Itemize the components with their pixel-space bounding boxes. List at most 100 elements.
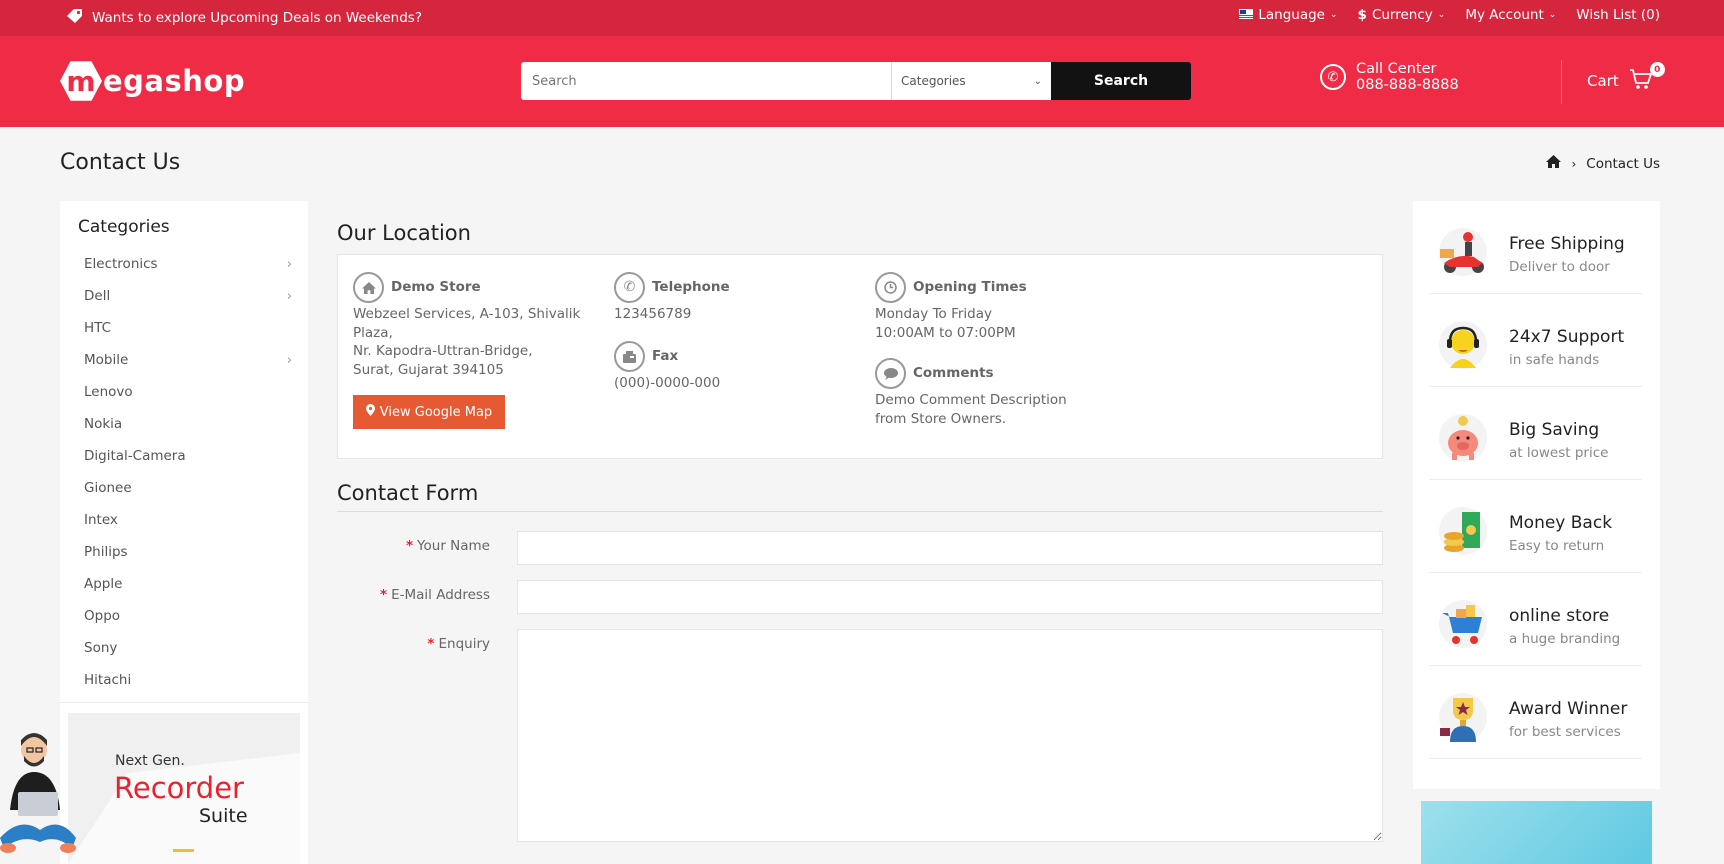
feature-title: 24x7 Support <box>1509 327 1625 347</box>
fax-value: (000)-0000-000 <box>614 375 721 391</box>
enquiry-row: * Enquiry <box>337 629 1383 842</box>
phone-icon: ✆ <box>1320 64 1346 90</box>
search-button[interactable]: Search <box>1051 62 1191 100</box>
name-input[interactable] <box>517 531 1383 565</box>
features-sidebar: Free Shipping Deliver to door 24x7 Support… <box>1413 201 1660 789</box>
enquiry-label: * Enquiry <box>427 636 490 652</box>
category-item[interactable]: Dell › <box>84 280 292 312</box>
banner-line2: Recorder <box>114 771 244 805</box>
chevron-down-icon: ⌄ <box>1033 75 1042 87</box>
wishlist-link[interactable]: Wish List (0) <box>1576 7 1660 23</box>
comments-line: Demo Comment Description <box>875 392 1067 408</box>
breadcrumb-current[interactable]: Contact Us <box>1586 156 1660 172</box>
main-header: m egashop Categories ⌄ Search ✆ Call Cen… <box>0 36 1724 127</box>
breadcrumb-separator-icon: › <box>1571 156 1577 171</box>
currency-dropdown[interactable]: $ Currency ⌄ <box>1358 7 1446 23</box>
map-marker-icon <box>365 404 375 420</box>
promo-text: Wants to explore Upcoming Deals on Weeke… <box>92 10 423 26</box>
cart-icon: 0 <box>1629 62 1665 94</box>
feature-subtitle: Deliver to door <box>1509 259 1610 275</box>
view-google-map-button[interactable]: View Google Map <box>353 395 505 429</box>
opening-times-line: 10:00AM to 07:00PM <box>875 324 1016 341</box>
home-icon[interactable] <box>1546 155 1562 172</box>
chevron-down-icon: ⌄ <box>1437 10 1446 20</box>
feature-title: Big Saving <box>1509 420 1600 440</box>
category-select[interactable]: Categories ⌄ <box>891 62 1051 100</box>
promo-banner[interactable]: Wants to explore Upcoming Deals on Weeke… <box>66 8 422 28</box>
recorder-banner[interactable]: Next Gen. Recorder Suite <box>68 713 300 864</box>
name-label-text: Your Name <box>417 538 490 554</box>
email-input[interactable] <box>517 580 1383 614</box>
category-item[interactable]: Sony <box>84 632 292 664</box>
logo[interactable]: m egashop <box>60 60 245 102</box>
feature-subtitle: at lowest price <box>1509 445 1609 461</box>
tag-icon <box>66 8 84 28</box>
category-item-label: Sony <box>84 640 118 656</box>
contact-form-heading: Contact Form <box>337 481 1383 512</box>
chevron-right-icon: › <box>286 288 292 304</box>
category-item[interactable]: Intex <box>84 504 292 536</box>
category-item[interactable]: Nokia <box>84 408 292 440</box>
location-box: Demo Store Webzeel Services, A-103, Shiv… <box>337 254 1383 459</box>
category-item[interactable]: Electronics › <box>84 248 292 280</box>
enquiry-textarea[interactable] <box>517 629 1383 842</box>
category-item[interactable]: Mobile › <box>84 344 292 376</box>
clock-icon <box>875 272 906 303</box>
sidebar-divider <box>60 702 308 703</box>
comments-line: from Store Owners. <box>875 410 1007 427</box>
feature-item: Award Winner for best services <box>1429 666 1642 759</box>
cart-count-badge: 0 <box>1649 62 1665 77</box>
category-item[interactable]: Oppo <box>84 600 292 632</box>
email-label: * E-Mail Address <box>380 587 490 603</box>
email-row: * E-Mail Address <box>337 580 1383 614</box>
category-item[interactable]: Gionee <box>84 472 292 504</box>
feature-title: Award Winner <box>1509 699 1628 719</box>
wishlist-label: Wish List (0) <box>1576 7 1660 23</box>
name-row: * Your Name <box>337 531 1383 565</box>
opening-times-block: Opening Times Monday To Friday 10:00AM t… <box>875 272 1115 342</box>
category-item[interactable]: Hitachi <box>84 664 292 696</box>
store-address-block: Demo Store Webzeel Services, A-103, Shiv… <box>353 272 593 379</box>
top-bar: Wants to explore Upcoming Deals on Weeke… <box>0 0 1724 36</box>
call-center-number[interactable]: 088-888-8888 <box>1356 77 1459 93</box>
feature-subtitle: Easy to return <box>1509 538 1605 554</box>
comment-icon <box>875 358 906 389</box>
banner-line3: Suite <box>199 805 248 827</box>
category-item-label: Apple <box>84 576 123 592</box>
category-item-label: Hitachi <box>84 672 132 688</box>
scooter-delivery-icon <box>1438 227 1488 277</box>
category-item-label: Dell <box>84 288 111 304</box>
category-item-label: Mobile <box>84 352 129 368</box>
category-sidebar: Categories Electronics › Dell › HTC Mobile › Le… <box>60 201 308 864</box>
account-label: My Account <box>1465 7 1544 23</box>
telephone-value[interactable]: 123456789 <box>614 305 814 324</box>
category-item[interactable]: Digital-Camera <box>84 440 292 472</box>
category-item[interactable]: Apple <box>84 568 292 600</box>
category-item[interactable]: Lenovo <box>84 376 292 408</box>
store-name: Demo Store <box>391 279 481 296</box>
currency-label: Currency <box>1371 7 1433 23</box>
cart-button[interactable]: Cart 0 <box>1587 62 1665 94</box>
banner-line1: Next Gen. <box>115 753 185 769</box>
address-line: Nr. Kapodra-Uttran-Bridge, <box>353 343 533 359</box>
person-laptop-illustration <box>0 733 76 853</box>
feature-item: 24x7 Support in safe hands <box>1429 294 1642 387</box>
shopping-cart-icon <box>1438 599 1488 649</box>
language-dropdown[interactable]: Language ⌄ <box>1239 7 1338 23</box>
address-line: Surat, Gujarat 394105 <box>353 361 504 378</box>
trophy-icon <box>1438 692 1488 742</box>
category-item[interactable]: HTC <box>84 312 292 344</box>
flag-icon <box>1239 7 1254 23</box>
category-item-label: Digital-Camera <box>84 448 186 464</box>
dollar-icon: $ <box>1357 7 1367 23</box>
category-item[interactable]: Philips <box>84 536 292 568</box>
account-dropdown[interactable]: My Account ⌄ <box>1465 7 1556 23</box>
category-item-label: HTC <box>84 320 112 336</box>
money-back-icon <box>1438 506 1488 556</box>
right-promo-banner[interactable] <box>1421 801 1652 864</box>
header-divider <box>1561 60 1562 104</box>
search-input[interactable] <box>521 62 891 100</box>
feature-subtitle: in safe hands <box>1509 352 1600 368</box>
location-heading: Our Location <box>337 221 471 245</box>
category-item-label: Philips <box>84 544 128 560</box>
